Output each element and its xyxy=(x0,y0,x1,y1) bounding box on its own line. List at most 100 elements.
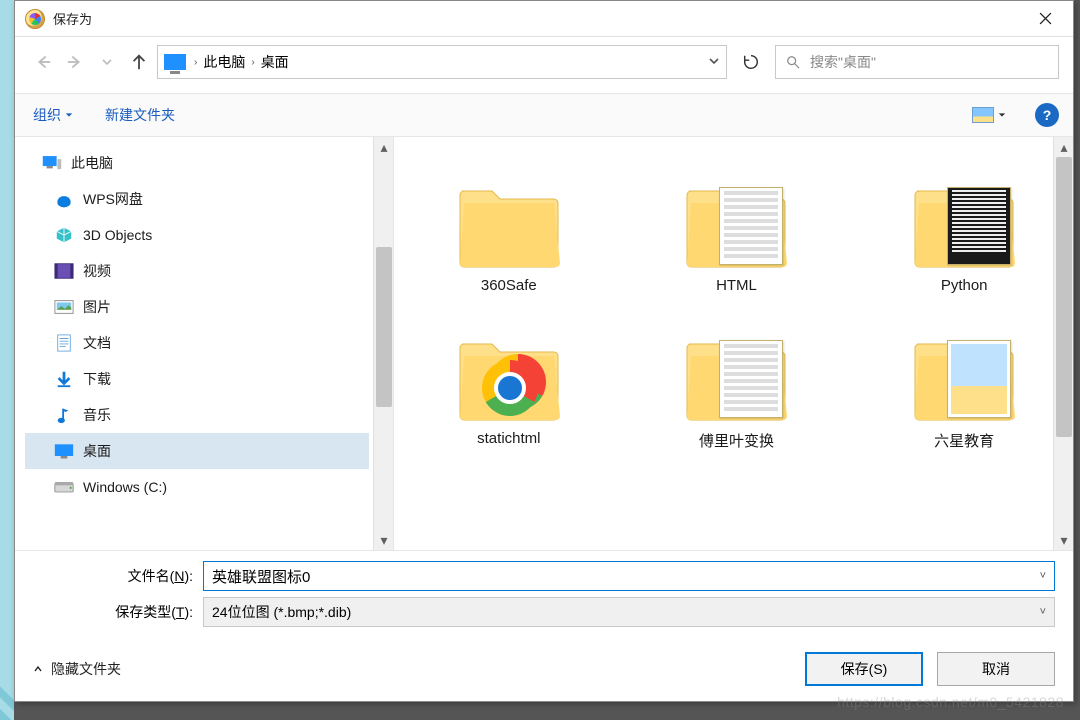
dropdown-arrow-icon xyxy=(65,111,73,119)
chevron-down-icon xyxy=(101,56,113,68)
filename-dropdown[interactable]: ˅ xyxy=(1040,570,1046,582)
tree-item-cube[interactable]: 3D Objects xyxy=(25,217,369,253)
breadcrumb-desktop[interactable]: 桌面 xyxy=(261,52,289,72)
body-area: 此电脑WPS网盘3D Objects视频图片文档下载音乐桌面Windows (C… xyxy=(15,137,1073,551)
dialog-title: 保存为 xyxy=(53,9,92,28)
tree-root-thispc[interactable]: 此电脑 xyxy=(25,145,369,181)
folder-label: 傅里叶变换 xyxy=(699,430,774,451)
breadcrumb-thispc[interactable]: 此电脑 xyxy=(203,52,245,72)
address-bar[interactable]: › 此电脑 › 桌面 xyxy=(157,45,727,79)
folder-grid: 360Safe HTML Python statichtml 傅里叶变换 六星教育 xyxy=(430,153,1043,451)
folder-preview xyxy=(719,187,783,265)
help-button[interactable]: ? xyxy=(1035,103,1059,127)
close-button[interactable] xyxy=(1017,1,1073,37)
scrollbar-thumb[interactable] xyxy=(376,247,392,407)
filename-label: 文件名(N): xyxy=(33,566,203,586)
content-scrollbar[interactable]: ▴ ▾ xyxy=(1053,137,1073,550)
folder-item[interactable]: Python xyxy=(885,153,1043,294)
desk-icon xyxy=(53,441,75,461)
search-icon xyxy=(786,55,800,69)
folder-icon xyxy=(456,153,562,269)
folder-item[interactable]: 360Safe xyxy=(430,153,588,294)
this-pc-icon xyxy=(41,153,63,173)
pic-icon xyxy=(53,297,75,317)
folder-item[interactable]: 傅里叶变换 xyxy=(658,306,816,451)
watermark-text: https://blog.csdn.net/m0_5421828 xyxy=(837,694,1064,710)
save-button[interactable]: 保存(S) xyxy=(805,652,923,686)
recent-dropdown[interactable] xyxy=(93,48,121,76)
content-pane[interactable]: 360Safe HTML Python statichtml 傅里叶变换 六星教育 xyxy=(394,137,1053,550)
folder-icon xyxy=(456,306,562,422)
music-icon xyxy=(53,405,75,425)
scrollbar-up-icon[interactable]: ▴ xyxy=(1054,137,1074,157)
tree-item-doc[interactable]: 文档 xyxy=(25,325,369,361)
scrollbar-up-icon[interactable]: ▴ xyxy=(374,137,394,157)
folder-preview xyxy=(947,340,1011,418)
folder-label: statichtml xyxy=(477,430,540,447)
filename-input[interactable] xyxy=(212,568,1040,585)
arrow-right-icon xyxy=(66,53,84,71)
folder-label: Python xyxy=(941,277,988,294)
tree-item-down[interactable]: 下载 xyxy=(25,361,369,397)
folder-item[interactable]: HTML xyxy=(658,153,816,294)
filetype-value: 24位位图 (*.bmp;*.dib) xyxy=(212,602,351,622)
filename-input-wrapper: ˅ xyxy=(203,561,1055,591)
form-area: 文件名(N): ˅ 保存类型(T): 24位位图 (*.bmp;*.dib) ˅ xyxy=(15,551,1073,637)
folder-icon xyxy=(911,306,1017,422)
paint-app-icon xyxy=(25,9,45,29)
new-folder-button[interactable]: 新建文件夹 xyxy=(101,101,179,129)
scrollbar-down-icon[interactable]: ▾ xyxy=(374,530,394,550)
breadcrumb-sep: › xyxy=(194,57,197,68)
background-strip xyxy=(0,0,14,720)
folder-icon xyxy=(683,306,789,422)
folder-label: 六星教育 xyxy=(934,430,994,451)
tree-item-wps[interactable]: WPS网盘 xyxy=(25,181,369,217)
video-icon xyxy=(53,261,75,281)
disk-icon xyxy=(53,477,75,497)
folder-preview xyxy=(719,340,783,418)
thumbnail-icon xyxy=(972,107,994,123)
arrow-up-icon xyxy=(130,53,148,71)
wps-icon xyxy=(53,189,75,209)
refresh-button[interactable] xyxy=(731,45,771,79)
collapse-icon xyxy=(33,664,43,674)
sidebar-scrollbar[interactable]: ▴ ▾ xyxy=(373,137,393,550)
search-box[interactable]: 搜索"桌面" xyxy=(775,45,1059,79)
tree-item-pic[interactable]: 图片 xyxy=(25,289,369,325)
chevron-down-icon xyxy=(708,55,720,67)
tree-item-disk[interactable]: Windows (C:) xyxy=(25,469,369,505)
toolbar: 组织 新建文件夹 ? xyxy=(15,93,1073,137)
folder-item[interactable]: 六星教育 xyxy=(885,306,1043,451)
this-pc-icon xyxy=(164,54,186,70)
cube-icon xyxy=(53,225,75,245)
sidebar-wrap: 此电脑WPS网盘3D Objects视频图片文档下载音乐桌面Windows (C… xyxy=(15,137,393,550)
breadcrumb-sep: › xyxy=(251,57,254,68)
back-button[interactable] xyxy=(29,48,57,76)
search-placeholder: 搜索"桌面" xyxy=(810,52,876,72)
scrollbar-down-icon[interactable]: ▾ xyxy=(1054,530,1074,550)
dropdown-arrow-icon xyxy=(998,111,1006,119)
forward-button[interactable] xyxy=(61,48,89,76)
close-icon xyxy=(1039,12,1052,25)
down-icon xyxy=(53,369,75,389)
save-as-dialog: 保存为 › 此电脑 › 桌面 搜索"桌面" 组织 新建文件夹 xyxy=(14,0,1074,702)
organize-menu[interactable]: 组织 xyxy=(29,101,77,129)
filetype-label: 保存类型(T): xyxy=(33,602,203,622)
filetype-select[interactable]: 24位位图 (*.bmp;*.dib) ˅ xyxy=(203,597,1055,627)
breadcrumb-dropdown[interactable] xyxy=(708,54,720,70)
folder-label: HTML xyxy=(716,277,757,294)
tree-item-video[interactable]: 视频 xyxy=(25,253,369,289)
folder-item[interactable]: statichtml xyxy=(430,306,588,451)
navigation-tree: 此电脑WPS网盘3D Objects视频图片文档下载音乐桌面Windows (C… xyxy=(15,137,373,550)
nav-row: › 此电脑 › 桌面 搜索"桌面" xyxy=(15,37,1073,93)
folder-icon xyxy=(911,153,1017,269)
cancel-button[interactable]: 取消 xyxy=(937,652,1055,686)
up-button[interactable] xyxy=(125,48,153,76)
chrome-icon xyxy=(482,360,538,416)
hide-folders-toggle[interactable]: 隐藏文件夹 xyxy=(33,659,121,679)
tree-item-music[interactable]: 音乐 xyxy=(25,397,369,433)
arrow-left-icon xyxy=(34,53,52,71)
scrollbar-thumb[interactable] xyxy=(1056,157,1072,437)
tree-item-desk[interactable]: 桌面 xyxy=(25,433,369,469)
view-mode-button[interactable] xyxy=(967,104,1011,126)
